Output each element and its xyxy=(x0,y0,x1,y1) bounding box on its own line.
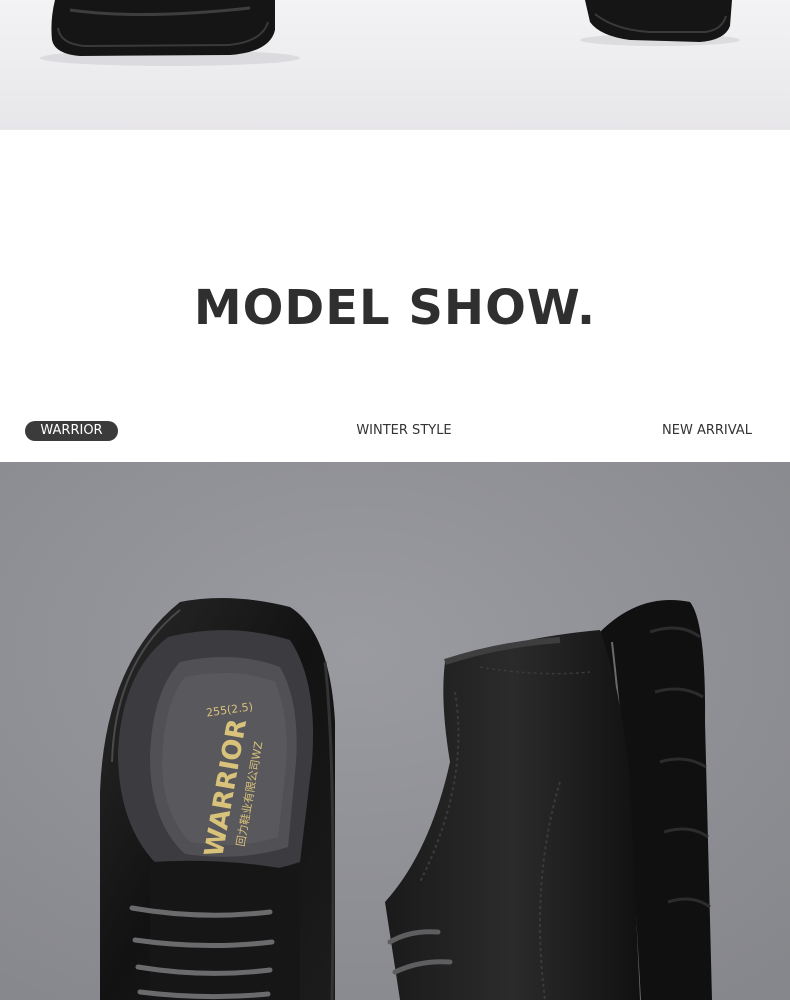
tag-bar: WARRIOR WINTER STYLE NEW ARRIVAL xyxy=(0,418,790,444)
arrival-tag: NEW ARRIVAL xyxy=(662,423,752,438)
brand-tag-pill: WARRIOR xyxy=(25,421,118,441)
top-product-photo xyxy=(0,0,790,130)
bottom-product-photo: 255(2.5) WARRIOR 回力鞋业有限公司WZ xyxy=(0,462,790,1000)
shoes-model-image: 255(2.5) WARRIOR 回力鞋业有限公司WZ xyxy=(0,462,790,1000)
page-title: MODEL SHOW. xyxy=(193,280,597,336)
shoe-soles-top-image xyxy=(0,0,790,130)
style-tag: WINTER STYLE xyxy=(356,423,452,438)
